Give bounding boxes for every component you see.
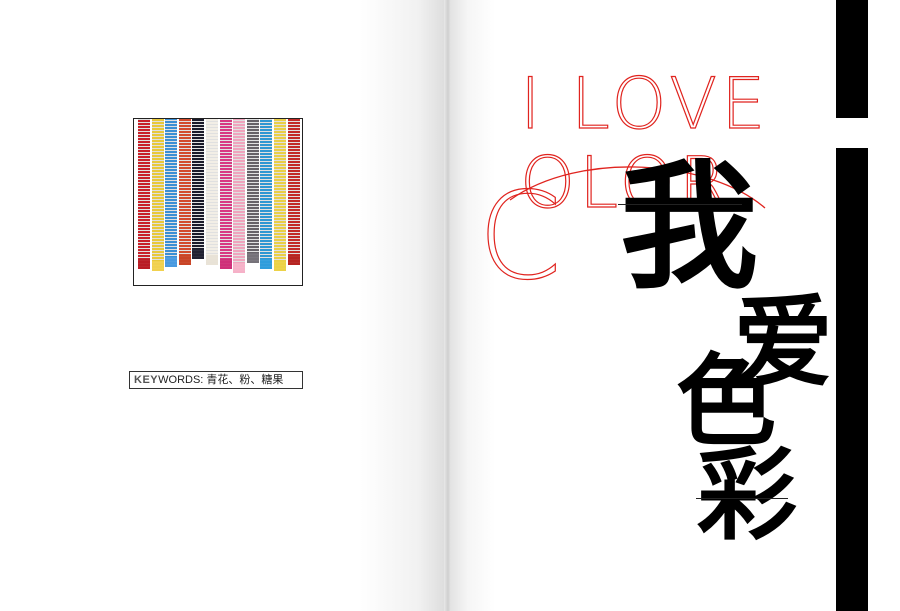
tie-6 [206, 119, 218, 265]
keywords-value: 青花、粉、糖果 [206, 374, 284, 386]
tie-1 [138, 119, 150, 269]
tie-tip [287, 255, 300, 265]
tie-8 [233, 119, 246, 273]
tie-2 [151, 119, 164, 271]
tie-tip [178, 255, 191, 265]
title-initial: C [478, 168, 562, 290]
magazine-spread: KEYWORDS: 青花、粉、糖果 I LOVE OLOR C 我 爱 色 彩 [0, 0, 900, 611]
tie-tip [246, 253, 259, 263]
tie-7 [219, 119, 232, 269]
tie-12 [287, 119, 300, 265]
tie-tip [151, 261, 164, 271]
black-bar-top [836, 0, 868, 118]
rule-line-1 [618, 204, 742, 205]
keywords-box: KEYWORDS: 青花、粉、糖果 [129, 371, 303, 389]
tie-tip [192, 249, 205, 259]
cn-char-wo: 我 [620, 145, 759, 308]
ties-photo [133, 118, 303, 286]
tie-4 [178, 119, 191, 265]
keywords-label-rest: WORDS: [158, 374, 204, 386]
tie-tip [138, 259, 150, 269]
tie-tip [219, 259, 232, 269]
tie-3 [165, 119, 178, 267]
keywords-label: KEY [134, 374, 159, 386]
black-bar-bottom [836, 148, 868, 611]
tie-tip [274, 261, 286, 271]
tie-tip [233, 263, 246, 273]
tie-9 [246, 119, 259, 263]
left-page: KEYWORDS: 青花、粉、糖果 [0, 0, 450, 611]
tie-tip [165, 257, 178, 267]
tie-tip [206, 255, 218, 265]
tie-tip [260, 259, 273, 269]
cn-char-cai: 彩 [697, 436, 797, 554]
tie-5 [192, 119, 205, 259]
tie-11 [274, 119, 286, 271]
tie-10 [260, 119, 273, 269]
rule-line-2 [696, 498, 788, 499]
title-line1: I LOVE [520, 63, 769, 145]
